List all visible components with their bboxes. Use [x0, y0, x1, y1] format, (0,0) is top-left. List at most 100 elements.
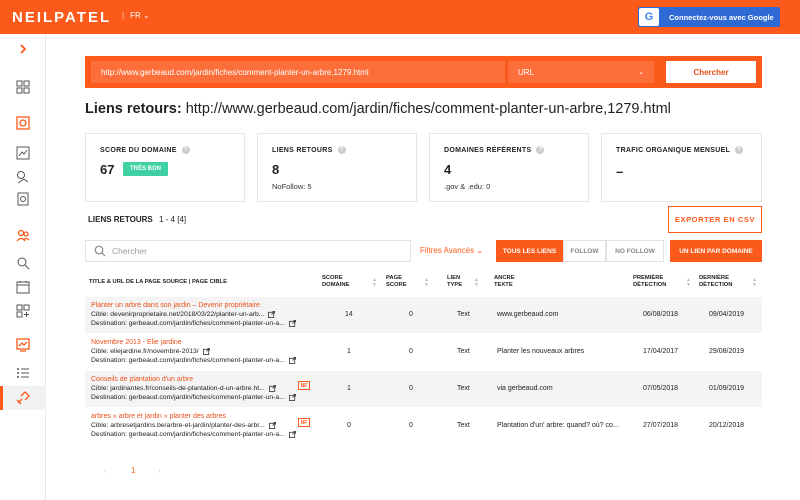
destination-line: Destination: gerbeaud.com/jardin/fiches/… — [91, 357, 296, 364]
col-domain-score-header[interactable]: SCORE DOMAINE — [322, 275, 349, 289]
filter-all-links[interactable]: TOUS LES LIENS — [496, 240, 563, 262]
col-first-seen-header[interactable]: PREMIÈRE DÉTECTION — [633, 275, 667, 289]
first-seen-cell: 06/08/2018 — [643, 311, 679, 318]
info-icon[interactable]: ? — [735, 146, 744, 154]
filter-follow[interactable]: FOLLOW — [563, 240, 606, 262]
sidebar — [0, 34, 46, 500]
sort-icon[interactable]: ▲ ▼ — [686, 278, 691, 288]
card-title: LIENS RETOURS — [272, 146, 333, 154]
chevron-down-icon: ⌄ — [476, 246, 484, 255]
page-score-cell: 0 — [409, 422, 413, 429]
col-page-score-header[interactable]: PAGE SCORE — [386, 275, 407, 289]
page-title-url: http://www.gerbeaud.com/jardin/fiches/co… — [185, 101, 671, 117]
page-title: Liens retours: http://www.gerbeaud.com/j… — [85, 101, 671, 117]
first-seen-cell: 27/07/2018 — [643, 422, 679, 429]
external-link-icon[interactable] — [202, 348, 210, 355]
source-title-link[interactable]: Conseils de plantation d'un arbre — [91, 376, 193, 383]
grid-tools-icon[interactable] — [14, 302, 32, 320]
card-domain-score: SCORE DU DOMAINE? 67 TRÈS BON — [85, 133, 245, 202]
destination-line: Destination: gerbeaud.com/jardin/fiches/… — [91, 320, 296, 327]
target-line: Cible: devenirproprietaire.net/2018/03/2… — [91, 311, 276, 318]
source-title-link[interactable]: Planter un arbre dans son jardin – Deven… — [91, 302, 260, 309]
calendar-icon[interactable] — [14, 278, 32, 296]
link-type-cell: Text — [457, 422, 470, 429]
card-value: – — [616, 164, 624, 179]
target-line: Cible: eliejardine.fr/novembre-2013/ — [91, 348, 210, 355]
first-seen-cell: 07/05/2018 — [643, 385, 679, 392]
col-anchor-header[interactable]: ANCRE TEXTE — [494, 275, 515, 289]
chevron-down-icon: ⌄ — [142, 11, 150, 20]
nofollow-badge: NF — [298, 418, 310, 427]
dashboard-icon[interactable] — [14, 78, 32, 96]
rank-tracking-icon[interactable] — [14, 144, 32, 162]
logo[interactable]: NEILPATEL — [12, 9, 111, 26]
last-seen-cell: 09/04/2019 — [709, 311, 745, 318]
destination-line: Destination: gerbeaud.com/jardin/fiches/… — [91, 431, 296, 438]
table-header: TITLE & URL DE LA PAGE SOURCE | PAGE CIB… — [85, 270, 762, 296]
keyword-search-input[interactable]: Chercher — [85, 240, 411, 262]
google-signin-button[interactable]: G Connectez-vous avec Google — [638, 7, 780, 27]
keyword-ideas-icon[interactable] — [14, 168, 32, 186]
pagination-next[interactable]: › — [158, 466, 161, 475]
domain-score-cell: 1 — [347, 348, 351, 355]
language-selector[interactable]: | FR ⌄ — [122, 11, 150, 20]
col-link-type-header[interactable]: LIEN TYPE — [447, 275, 462, 289]
table-row: Planter un arbre dans son jardin – Deven… — [85, 297, 762, 333]
card-organic-traffic: TRAFIC ORGANIQUE MENSUEL? – — [601, 133, 762, 202]
col-title-header[interactable]: TITLE & URL DE LA PAGE SOURCE | PAGE CIB… — [89, 279, 227, 286]
col-last-seen-header[interactable]: DERNIÈRE DÉTECTION — [699, 275, 733, 289]
card-backlinks: LIENS RETOURS? 8 NoFollow: 5 — [257, 133, 417, 202]
source-title-link[interactable]: Novembre 2013 - Elie jardine — [91, 339, 182, 346]
advanced-filters-dropdown[interactable]: Filtres Avancés ⌄ — [420, 246, 483, 255]
info-icon[interactable]: ? — [337, 146, 346, 154]
external-link-icon[interactable] — [268, 422, 276, 429]
card-value: 67 — [100, 162, 115, 177]
anchor-cell: Planter les nouveaux arbres — [497, 348, 585, 355]
source-title-link[interactable]: arbres » arbre et jardin » planter des a… — [91, 413, 226, 420]
info-icon[interactable]: ? — [181, 146, 190, 154]
card-subtext: NoFollow: 5 — [272, 182, 312, 191]
pagination-prev[interactable]: ‹ — [104, 466, 107, 475]
first-seen-cell: 17/04/2017 — [643, 348, 679, 355]
last-seen-cell: 20/12/2018 — [709, 422, 745, 429]
list-settings-icon[interactable] — [14, 364, 32, 382]
competitors-icon[interactable] — [14, 226, 32, 244]
external-link-icon[interactable] — [288, 394, 296, 401]
nofollow-badge: NF — [298, 381, 310, 390]
traffic-analyzer-icon[interactable] — [14, 254, 32, 272]
mode-select[interactable]: URL ⌄ — [508, 61, 654, 83]
link-type-cell: Text — [457, 385, 470, 392]
backlinks-link-icon[interactable] — [14, 389, 32, 407]
external-link-icon[interactable] — [288, 431, 296, 438]
backlinks-label: LIENS RETOURS — [88, 215, 153, 224]
external-link-icon[interactable] — [268, 311, 276, 318]
sort-icon[interactable]: ▲ ▼ — [474, 278, 479, 288]
sort-icon[interactable]: ▲ ▼ — [752, 278, 757, 288]
external-link-icon[interactable] — [288, 320, 296, 327]
card-value: 8 — [272, 162, 280, 177]
url-input[interactable]: http://www.gerbeaud.com/jardin/fiches/co… — [91, 61, 505, 83]
filter-no-follow[interactable]: NO FOLLOW — [606, 240, 664, 262]
chart-monitor-icon[interactable] — [14, 336, 32, 354]
google-signin-label: Connectez-vous avec Google — [669, 12, 774, 22]
domain-score-cell: 1 — [347, 385, 351, 392]
sort-icon[interactable]: ▲ ▼ — [372, 278, 377, 288]
domain-score-cell: 14 — [345, 311, 353, 318]
destination-line: Destination: gerbeaud.com/jardin/fiches/… — [91, 394, 296, 401]
filter-one-per-domain[interactable]: UN LIEN PAR DOMAINE — [670, 240, 762, 262]
site-audit-icon[interactable] — [14, 114, 32, 132]
export-csv-button[interactable]: EXPORTER EN CSV — [668, 206, 762, 233]
sidebar-expand-icon[interactable] — [14, 40, 32, 58]
content-ideas-icon[interactable] — [14, 190, 32, 208]
last-seen-cell: 29/08/2019 — [709, 348, 745, 355]
card-value: 4 — [444, 162, 452, 177]
search-button[interactable]: Chercher — [666, 61, 756, 83]
external-link-icon[interactable] — [288, 357, 296, 364]
anchor-cell: via gerbeaud.com — [497, 385, 553, 392]
sort-icon[interactable]: ▲ ▼ — [424, 278, 429, 288]
external-link-icon[interactable] — [268, 385, 276, 392]
last-seen-cell: 01/09/2019 — [709, 385, 745, 392]
backlinks-range: 1 - 4 [4] — [158, 215, 187, 224]
info-icon[interactable]: ? — [536, 146, 545, 154]
pagination-current[interactable]: 1 — [131, 466, 135, 475]
